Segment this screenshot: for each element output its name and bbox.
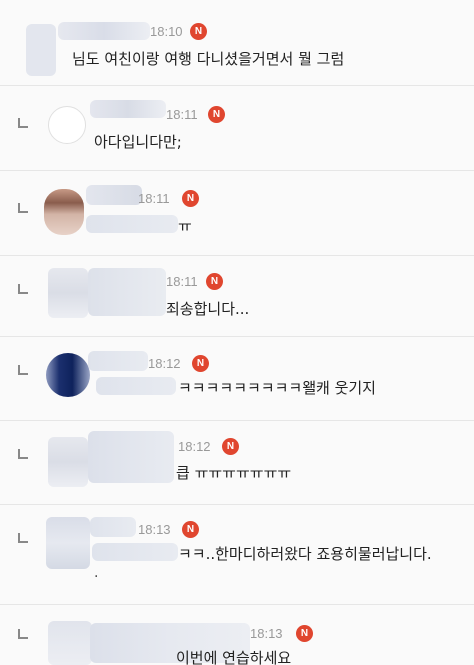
blurred-username — [86, 185, 142, 205]
comment-item: 18:11 N ㅠ — [0, 171, 474, 257]
comment-item: 18:13 N 이번에 연습하세요 — [0, 605, 474, 665]
avatar — [44, 189, 84, 235]
comment-item: 18:11 N 죄송합니다... — [0, 256, 474, 336]
blurred-username — [88, 268, 166, 316]
reply-arrow-icon — [18, 629, 28, 639]
comment-time: 18:10 — [150, 24, 183, 39]
blurred-text — [86, 215, 178, 233]
new-badge-icon: N — [208, 106, 225, 123]
comment-text: 아다입니다만; — [94, 133, 182, 151]
comment-text: ㅋㅋㅋㅋㅋㅋㅋㅋㅋ왤캐 웃기지 — [178, 379, 376, 397]
blurred-username — [88, 431, 174, 483]
blurred-username — [58, 22, 150, 40]
new-badge-icon: N — [190, 23, 207, 40]
blurred-username — [90, 100, 166, 118]
blurred-avatar — [48, 268, 88, 318]
blurred-avatar — [48, 437, 88, 487]
comment-thread: 18:10 N 님도 여친이랑 여행 다니셨을거면서 뭘 그럼 18:11 N … — [0, 0, 474, 665]
comment-text: 큽 ㅠㅠㅠㅠㅠㅠㅠ — [176, 464, 292, 482]
comment-item: 18:13 N ㅋㅋ..한마디하러왔다 죠용히물러납니다. . — [0, 505, 474, 605]
comment-item: 18:11 N 아다입니다만; — [0, 86, 474, 172]
reply-arrow-icon — [18, 118, 28, 128]
new-badge-icon: N — [192, 355, 209, 372]
comment-extra-text: . — [94, 565, 99, 581]
blurred-username — [90, 517, 136, 537]
comment-time: 18:13 — [250, 626, 283, 641]
blurred-avatar — [26, 24, 56, 76]
comment-item: 18:12 N 큽 ㅠㅠㅠㅠㅠㅠㅠ — [0, 421, 474, 505]
blurred-username — [88, 351, 148, 371]
comment-item: 18:12 N ㅋㅋㅋㅋㅋㅋㅋㅋㅋ왤캐 웃기지 — [0, 337, 474, 421]
new-badge-icon: N — [182, 521, 199, 538]
new-badge-icon: N — [222, 438, 239, 455]
blurred-text — [96, 377, 176, 395]
reply-arrow-icon — [18, 533, 28, 543]
blurred-avatar — [48, 621, 92, 665]
reply-arrow-icon — [18, 203, 28, 213]
comment-text: ㅠ — [178, 217, 192, 235]
blurred-avatar — [46, 517, 90, 569]
blurred-text — [92, 543, 178, 561]
new-badge-icon: N — [182, 190, 199, 207]
comment-text: 님도 여친이랑 여행 다니셨을거면서 뭘 그럼 — [72, 50, 345, 68]
new-badge-icon: N — [206, 273, 223, 290]
comment-time: 18:12 — [178, 439, 211, 454]
reply-arrow-icon — [18, 449, 28, 459]
reply-arrow-icon — [18, 365, 28, 375]
avatar — [48, 106, 86, 144]
comment-text: 이번에 연습하세요 — [176, 649, 292, 665]
comment-time: 18:11 — [166, 274, 198, 289]
reply-arrow-icon — [18, 284, 28, 294]
comment-time: 18:12 — [148, 356, 181, 371]
comment-text: 죄송합니다... — [166, 300, 250, 318]
comment-time: 18:13 — [138, 522, 171, 537]
comment-time: 18:11 — [166, 107, 198, 122]
comment-text: ㅋㅋ..한마디하러왔다 죠용히물러납니다. — [178, 545, 432, 563]
comment-time: 18:11 — [138, 191, 170, 206]
avatar — [46, 353, 90, 397]
new-badge-icon: N — [296, 625, 313, 642]
